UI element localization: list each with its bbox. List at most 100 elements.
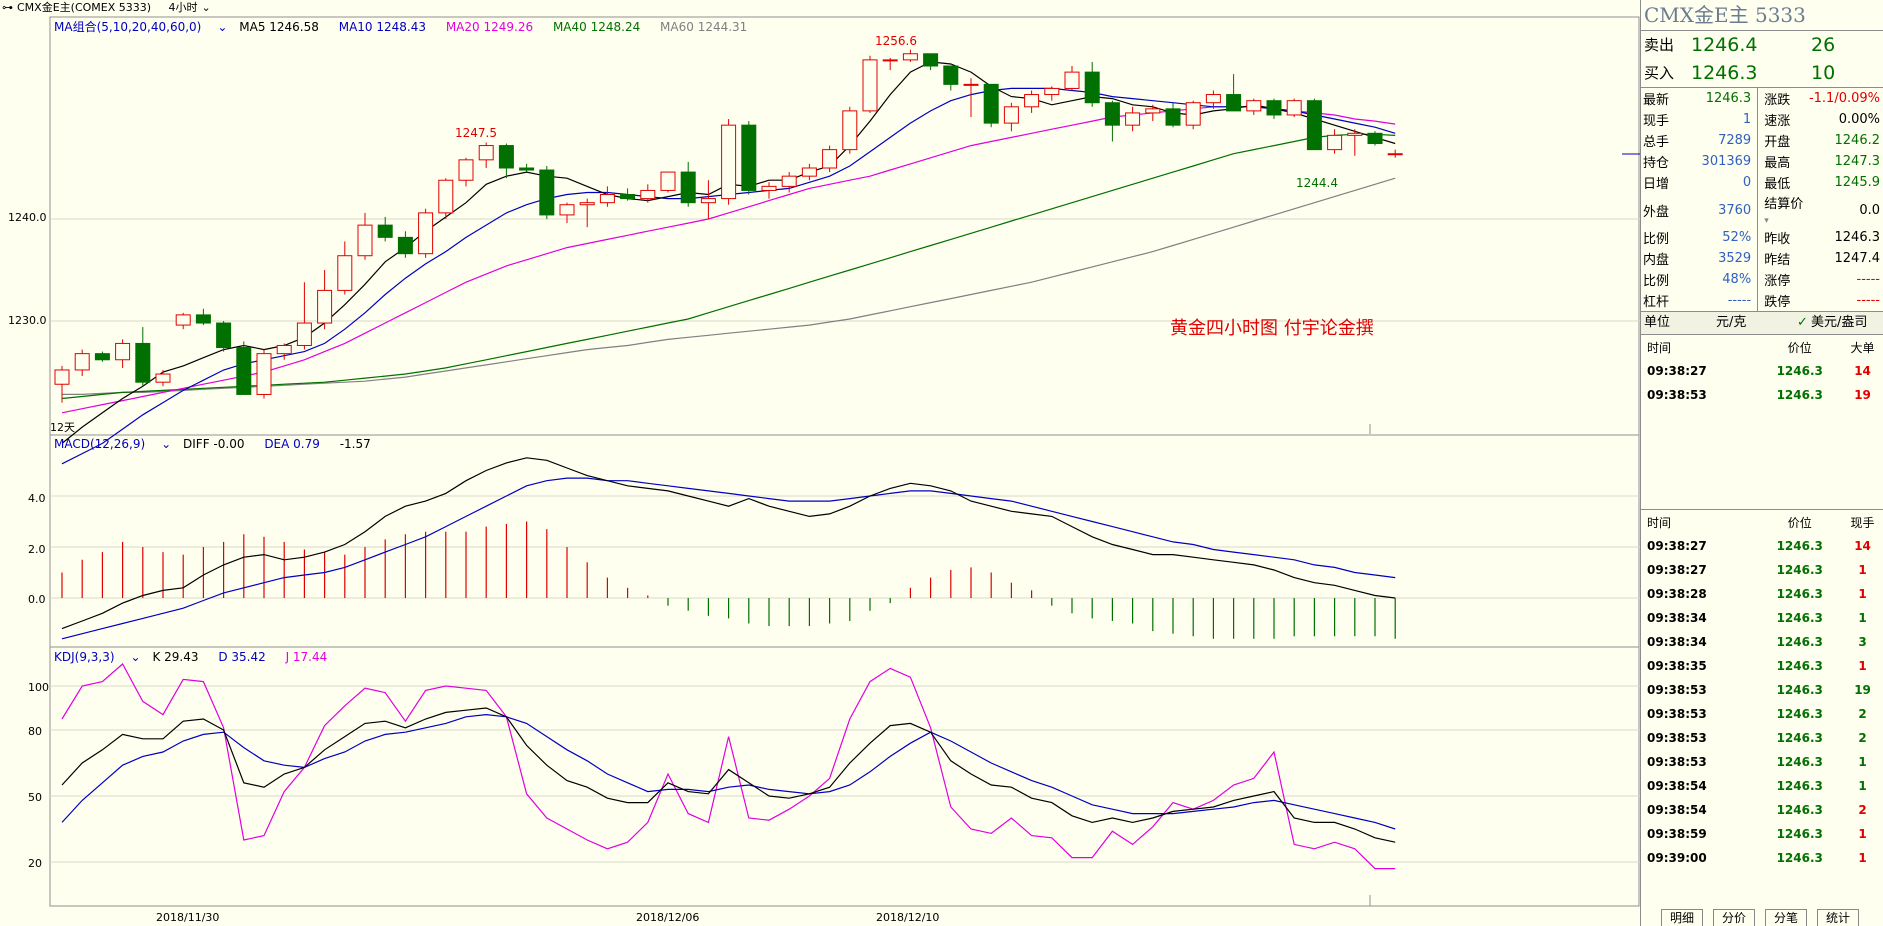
toolbar: ⊶ CMX金E主(COMEX 5333) 4小时 ⌄ — [2, 0, 219, 16]
candle-body — [1003, 106, 1019, 124]
chevron-down-icon[interactable]: ▾ — [1764, 216, 1769, 226]
big-order-row[interactable]: 09:38:53 1246.3 19 — [1641, 383, 1883, 407]
candle-body — [1064, 71, 1080, 89]
tick-row[interactable]: 09:38:34 1246.3 1 — [1641, 606, 1883, 630]
row-price: 1246.3 — [1776, 779, 1823, 793]
candle-body — [983, 83, 999, 124]
row-volume: 1 — [1858, 755, 1867, 769]
candle-body — [1327, 134, 1343, 151]
candle-body — [1145, 108, 1161, 114]
row-volume: 19 — [1854, 683, 1871, 697]
candle-body — [882, 59, 898, 62]
tick-row[interactable]: 09:38:54 1246.3 2 — [1641, 798, 1883, 822]
stat-value-2: 1245.9 — [1834, 175, 1881, 190]
candle-body — [397, 236, 413, 255]
row-price: 1246.3 — [1776, 539, 1823, 553]
row-price: 1246.3 — [1776, 659, 1823, 673]
tick-row[interactable]: 09:39:00 1246.3 1 — [1641, 846, 1883, 870]
stat-label: 持仓 — [1643, 156, 1670, 171]
candle-body — [620, 194, 636, 200]
tick-row[interactable]: 09:38:35 1246.3 1 — [1641, 654, 1883, 678]
row-volume: 1 — [1858, 587, 1867, 601]
kdj-j-line — [61, 663, 1396, 870]
tick-row[interactable]: 09:38:28 1246.3 1 — [1641, 582, 1883, 606]
tab-statistics[interactable]: 统计 — [1817, 909, 1860, 926]
row-price: 1246.3 — [1776, 683, 1823, 697]
stats-row: 总手 7289 开盘 1246.2 — [1641, 130, 1883, 151]
tick-row[interactable]: 09:38:53 1246.3 2 — [1641, 702, 1883, 726]
ask-volume: 26 — [1811, 34, 1836, 56]
check-icon: ✓ — [1797, 315, 1808, 330]
candle-body — [296, 322, 312, 346]
stat-value: 48% — [1722, 272, 1752, 287]
row-price: 1246.3 — [1776, 587, 1823, 601]
ask-row[interactable]: 卖出 1246.4 26 — [1641, 31, 1883, 59]
row-price: 1246.3 — [1776, 755, 1823, 769]
stat-label: 总手 — [1643, 135, 1670, 150]
watermark-text: 黄金四小时图 付宇论金撰 — [1170, 318, 1374, 339]
row-volume: 1 — [1858, 779, 1867, 793]
link-icon[interactable]: ⊶ — [2, 1, 13, 14]
ma-group-selector[interactable]: MA组合(5,10,20,40,60,0) ⌄ — [54, 20, 227, 34]
candle-body — [74, 353, 90, 371]
candle-body — [559, 204, 575, 216]
row-volume: 1 — [1858, 563, 1867, 577]
candle-body — [1226, 94, 1242, 112]
unit-option-cny[interactable]: 元/克 — [1716, 312, 1746, 334]
kdj-selector[interactable]: KDJ(9,3,3) ⌄ — [54, 650, 141, 664]
symbol-label[interactable]: CMX金E主(COMEX 5333) — [17, 1, 151, 14]
stat-label: 比例 — [1643, 274, 1670, 289]
candle-body — [54, 369, 70, 385]
tick-row[interactable]: 09:38:59 1246.3 1 — [1641, 822, 1883, 846]
macd-selector[interactable]: MACD(12,26,9) ⌄ — [54, 437, 171, 451]
big-order-row[interactable]: 09:38:27 1246.3 14 — [1641, 359, 1883, 383]
candle-body — [498, 145, 514, 169]
stats-row: 现手 1 速涨 0.00% — [1641, 109, 1883, 130]
row-time: 09:38:53 — [1647, 388, 1707, 402]
tab-detail[interactable]: 明细 — [1661, 909, 1704, 926]
ma-group-label: MA组合(5,10,20,40,60,0) — [54, 20, 202, 34]
stat-label-2: 最高 — [1757, 151, 1809, 172]
bid-row[interactable]: 买入 1246.3 10 — [1641, 59, 1883, 87]
tick-row[interactable]: 09:38:53 1246.3 2 — [1641, 726, 1883, 750]
tick-row[interactable]: 09:38:27 1246.3 14 — [1641, 534, 1883, 558]
chart-area[interactable]: ⊶ CMX金E主(COMEX 5333) 4小时 ⌄ MA组合(5,10,20,40… — [0, 0, 1640, 926]
row-volume: 2 — [1858, 731, 1867, 745]
bid-volume: 10 — [1811, 62, 1836, 84]
panel-title: CMX金E主 5333 — [1641, 0, 1883, 31]
ma10-label: MA10 1248.43 — [338, 20, 426, 34]
tick-row[interactable]: 09:38:54 1246.3 1 — [1641, 774, 1883, 798]
tick-row[interactable]: 09:38:34 1246.3 3 — [1641, 630, 1883, 654]
tab-trades[interactable]: 分笔 — [1765, 909, 1808, 926]
stat-label: 现手 — [1643, 114, 1670, 129]
row-volume: 1 — [1858, 851, 1867, 865]
row-price: 1246.3 — [1776, 803, 1823, 817]
unit-option-usd[interactable]: 美元/盎司 — [1811, 312, 1867, 334]
stat-label-2: 结算价 ▾ — [1757, 193, 1809, 227]
candle-body — [216, 322, 232, 349]
candle-body — [1185, 102, 1201, 126]
tab-price-distribution[interactable]: 分价 — [1713, 909, 1756, 926]
chart-canvas[interactable] — [0, 0, 1640, 926]
unit-row: 单位 元/克 ✓ 美元/盎司 — [1641, 312, 1883, 334]
kdj-tick-100: 100 — [28, 681, 49, 694]
ma5-label: MA5 1246.58 — [239, 20, 319, 34]
tick-row[interactable]: 09:38:27 1246.3 1 — [1641, 558, 1883, 582]
price-tick-1230: 1230.0 — [8, 314, 47, 327]
tick-row[interactable]: 09:38:53 1246.3 19 — [1641, 678, 1883, 702]
candle-body — [721, 124, 737, 200]
low-label-1: 1244.4 — [1296, 176, 1338, 190]
candle-body — [1306, 100, 1322, 151]
price-tick-1240: 1240.0 — [8, 211, 47, 224]
row-volume: 1 — [1858, 827, 1867, 841]
big-header-time: 时间 — [1647, 340, 1672, 355]
ask-price: 1246.4 — [1691, 34, 1758, 56]
period-selector[interactable]: 4小时 ⌄ — [169, 1, 215, 14]
stats-row: 外盘 3760 结算价 ▾ 0.0 — [1641, 193, 1883, 227]
stats-row: 持仓 301369 最高 1247.3 — [1641, 151, 1883, 172]
stat-label-2: 昨收 — [1757, 227, 1809, 248]
macd-tick-4: 4.0 — [28, 492, 46, 505]
macd-diff: DIFF -0.00 — [183, 437, 245, 451]
candle-body — [1246, 100, 1262, 112]
tick-row[interactable]: 09:38:53 1246.3 1 — [1641, 750, 1883, 774]
